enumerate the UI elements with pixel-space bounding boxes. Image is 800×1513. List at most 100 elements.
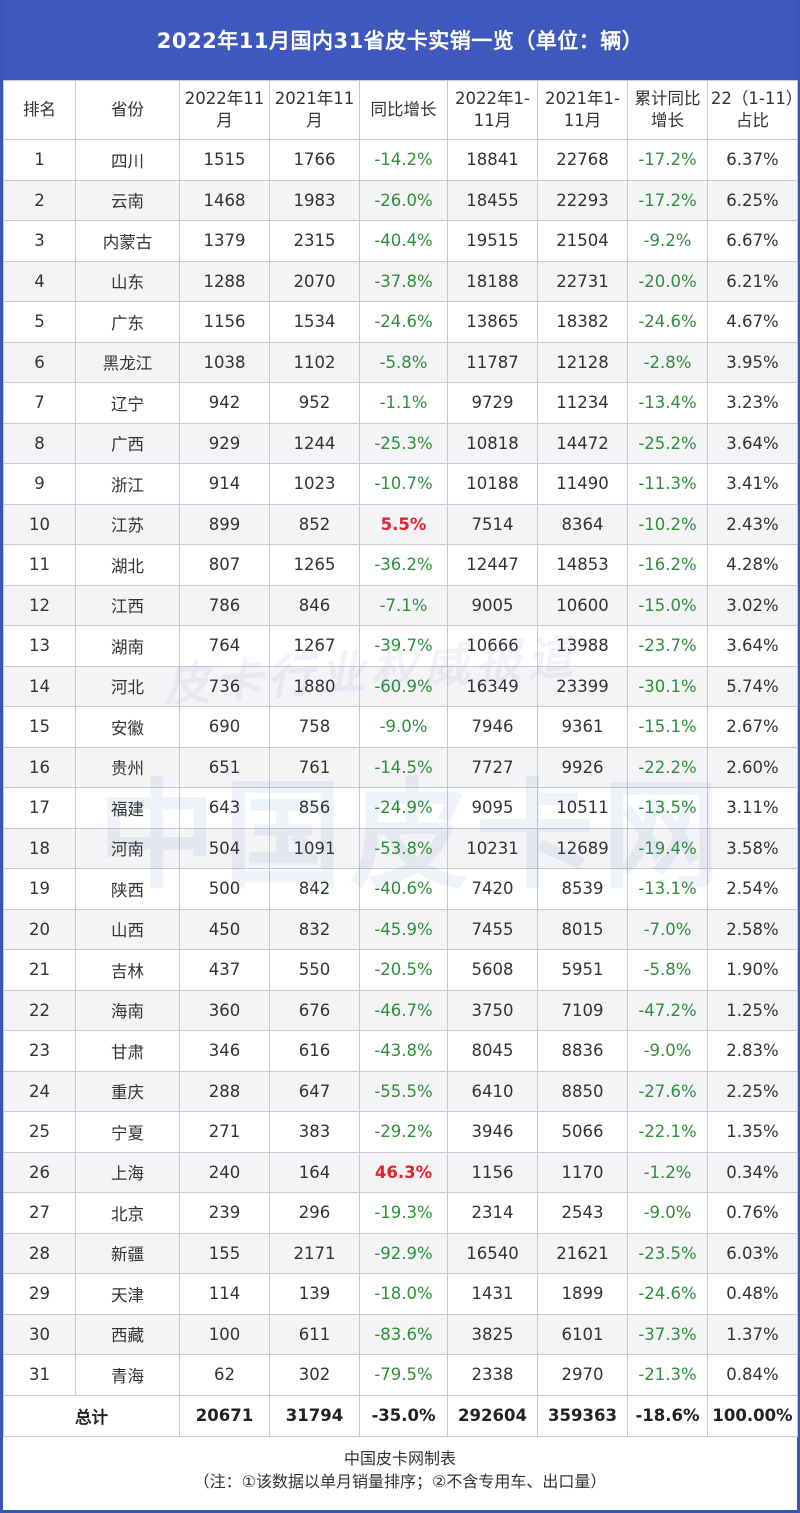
cell-rank: 9 (3, 463, 76, 505)
cell-ytd-yoy: -20.0% (627, 260, 708, 302)
cell-rank: 14 (3, 665, 76, 707)
cell-province: 山东 (75, 260, 180, 302)
footer-note: 中国皮卡网制表 （注：①该数据以单月销量排序；②不含专用车、出口量） (3, 1437, 797, 1493)
cell-share: 3.64% (707, 625, 798, 667)
cell-ytd21: 2970 (537, 1354, 628, 1396)
cell-nov21: 647 (269, 1070, 360, 1112)
cell-rank: 22 (3, 989, 76, 1031)
cell-nov22: 690 (179, 706, 270, 748)
cell-nov22: 807 (179, 544, 270, 586)
total-ytd21: 359363 (537, 1394, 628, 1437)
cell-nov21: 1880 (269, 665, 360, 707)
cell-nov22: 942 (179, 382, 270, 424)
cell-yoy: -36.2% (359, 544, 448, 586)
cell-nov22: 504 (179, 827, 270, 869)
cell-nov22: 786 (179, 584, 270, 626)
cell-share: 2.54% (707, 868, 798, 910)
cell-nov22: 155 (179, 1232, 270, 1274)
cell-yoy: 5.5% (359, 503, 448, 545)
cell-ytd22: 9095 (447, 787, 538, 829)
table-row: 7 辽宁 942 952 -1.1% 9729 11234 -13.4% 3.23% (3, 382, 798, 424)
table-row: 19 陕西 500 842 -40.6% 7420 8539 -13.1% 2.54% (3, 868, 798, 910)
cell-share: 0.34% (707, 1151, 798, 1193)
cell-ytd-yoy: -13.1% (627, 868, 708, 910)
table-row: 24 重庆 288 647 -55.5% 6410 8850 -27.6% 2.25% (3, 1070, 798, 1112)
footer-remark: （注：①该数据以单月销量排序；②不含专用车、出口量） (193, 1471, 607, 1491)
cell-nov21: 1534 (269, 301, 360, 343)
cell-province: 重庆 (75, 1070, 180, 1112)
cell-nov21: 842 (269, 868, 360, 910)
cell-province: 福建 (75, 787, 180, 829)
cell-rank: 13 (3, 625, 76, 667)
cell-ytd-yoy: -13.4% (627, 382, 708, 424)
table-row: 28 新疆 155 2171 -92.9% 16540 21621 -23.5% 6.03% (3, 1232, 798, 1274)
cell-yoy: -83.6% (359, 1313, 448, 1355)
table-row: 8 广西 929 1244 -25.3% 10818 14472 -25.2% 3.64% (3, 422, 798, 464)
cell-ytd22: 13865 (447, 301, 538, 343)
cell-share: 3.58% (707, 827, 798, 869)
cell-province: 海南 (75, 989, 180, 1031)
cell-ytd-yoy: -22.2% (627, 746, 708, 788)
table-row: 15 安徽 690 758 -9.0% 7946 9361 -15.1% 2.67% (3, 706, 798, 748)
cell-yoy: -24.9% (359, 787, 448, 829)
cell-share: 1.25% (707, 989, 798, 1031)
cell-ytd-yoy: -27.6% (627, 1070, 708, 1112)
cell-ytd-yoy: -37.3% (627, 1313, 708, 1355)
cell-ytd-yoy: -10.2% (627, 503, 708, 545)
cell-nov22: 914 (179, 463, 270, 505)
cell-ytd21: 11234 (537, 382, 628, 424)
cell-nov21: 832 (269, 908, 360, 950)
cell-ytd22: 18455 (447, 179, 538, 221)
cell-yoy: -9.0% (359, 706, 448, 748)
cell-yoy: -29.2% (359, 1111, 448, 1153)
cell-yoy: 46.3% (359, 1151, 448, 1193)
total-ytd22: 292604 (447, 1394, 538, 1437)
table-row: 23 甘肃 346 616 -43.8% 8045 8836 -9.0% 2.83% (3, 1030, 798, 1072)
cell-share: 2.67% (707, 706, 798, 748)
cell-rank: 2 (3, 179, 76, 221)
table-row: 21 吉林 437 550 -20.5% 5608 5951 -5.8% 1.90% (3, 949, 798, 991)
cell-province: 新疆 (75, 1232, 180, 1274)
cell-province: 江西 (75, 584, 180, 626)
cell-ytd21: 9361 (537, 706, 628, 748)
cell-yoy: -55.5% (359, 1070, 448, 1112)
cell-province: 四川 (75, 139, 180, 181)
cell-rank: 10 (3, 503, 76, 545)
cell-ytd22: 7420 (447, 868, 538, 910)
cell-ytd22: 7455 (447, 908, 538, 950)
cell-yoy: -46.7% (359, 989, 448, 1031)
cell-yoy: -10.7% (359, 463, 448, 505)
footer-source: 中国皮卡网制表 (343, 1448, 456, 1468)
cell-yoy: -1.1% (359, 382, 448, 424)
cell-ytd-yoy: -9.2% (627, 220, 708, 262)
cell-share: 1.35% (707, 1111, 798, 1153)
cell-ytd21: 8539 (537, 868, 628, 910)
cell-province: 西藏 (75, 1313, 180, 1355)
table-row: 5 广东 1156 1534 -24.6% 13865 18382 -24.6% 4.67% (3, 301, 798, 343)
cell-nov22: 1038 (179, 341, 270, 383)
cell-ytd22: 6410 (447, 1070, 538, 1112)
cell-yoy: -18.0% (359, 1273, 448, 1315)
cell-nov21: 2070 (269, 260, 360, 302)
cell-province: 山西 (75, 908, 180, 950)
cell-nov21: 616 (269, 1030, 360, 1072)
cell-nov22: 1515 (179, 139, 270, 181)
cell-nov21: 1023 (269, 463, 360, 505)
cell-ytd22: 2338 (447, 1354, 538, 1396)
cell-ytd22: 9729 (447, 382, 538, 424)
cell-nov21: 302 (269, 1354, 360, 1396)
cell-share: 0.84% (707, 1354, 798, 1396)
page-frame: 2022年11月国内31省皮卡实销一览（单位：辆） 排名 省份 2022年11月… (0, 0, 800, 1513)
cell-ytd22: 7727 (447, 746, 538, 788)
cell-ytd21: 2543 (537, 1192, 628, 1234)
cell-ytd22: 12447 (447, 544, 538, 586)
header-nov21: 2021年11月 (269, 80, 360, 140)
cell-nov21: 2315 (269, 220, 360, 262)
cell-ytd22: 10231 (447, 827, 538, 869)
cell-share: 2.83% (707, 1030, 798, 1072)
cell-rank: 8 (3, 422, 76, 464)
total-yoy: -35.0% (359, 1394, 448, 1437)
cell-nov21: 846 (269, 584, 360, 626)
cell-nov22: 500 (179, 868, 270, 910)
cell-share: 6.37% (707, 139, 798, 181)
